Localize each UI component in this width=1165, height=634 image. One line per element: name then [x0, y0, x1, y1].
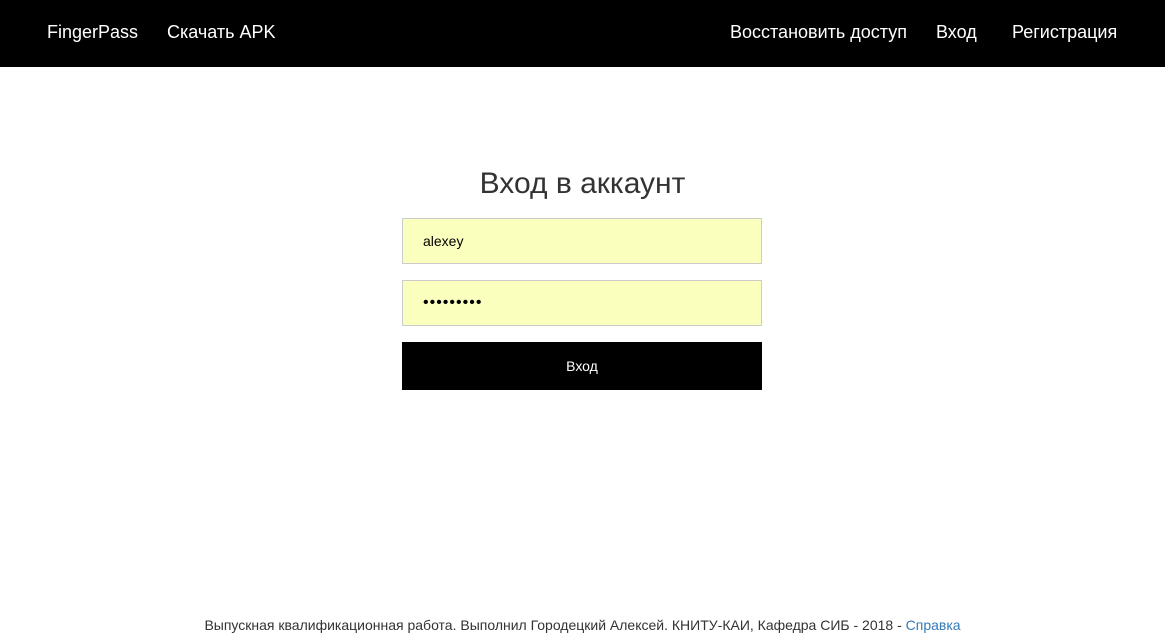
password-input[interactable]: [402, 280, 762, 326]
footer: Выпускная квалификационная работа. Выпол…: [0, 617, 1165, 634]
username-input[interactable]: [402, 218, 762, 264]
login-button[interactable]: Вход: [402, 342, 762, 390]
recover-access-link[interactable]: Восстановить доступ: [730, 21, 907, 43]
footer-text: Выпускная квалификационная работа. Выпол…: [204, 617, 906, 633]
help-link[interactable]: Справка: [906, 617, 961, 633]
brand-link[interactable]: FingerPass: [47, 21, 138, 43]
register-link[interactable]: Регистрация: [1012, 21, 1117, 43]
login-link[interactable]: Вход: [936, 21, 977, 43]
download-apk-link[interactable]: Скачать APK: [167, 21, 276, 43]
page-title: Вход в аккаунт: [479, 167, 686, 200]
top-navbar: FingerPass Скачать APK Восстановить дост…: [0, 0, 1165, 67]
